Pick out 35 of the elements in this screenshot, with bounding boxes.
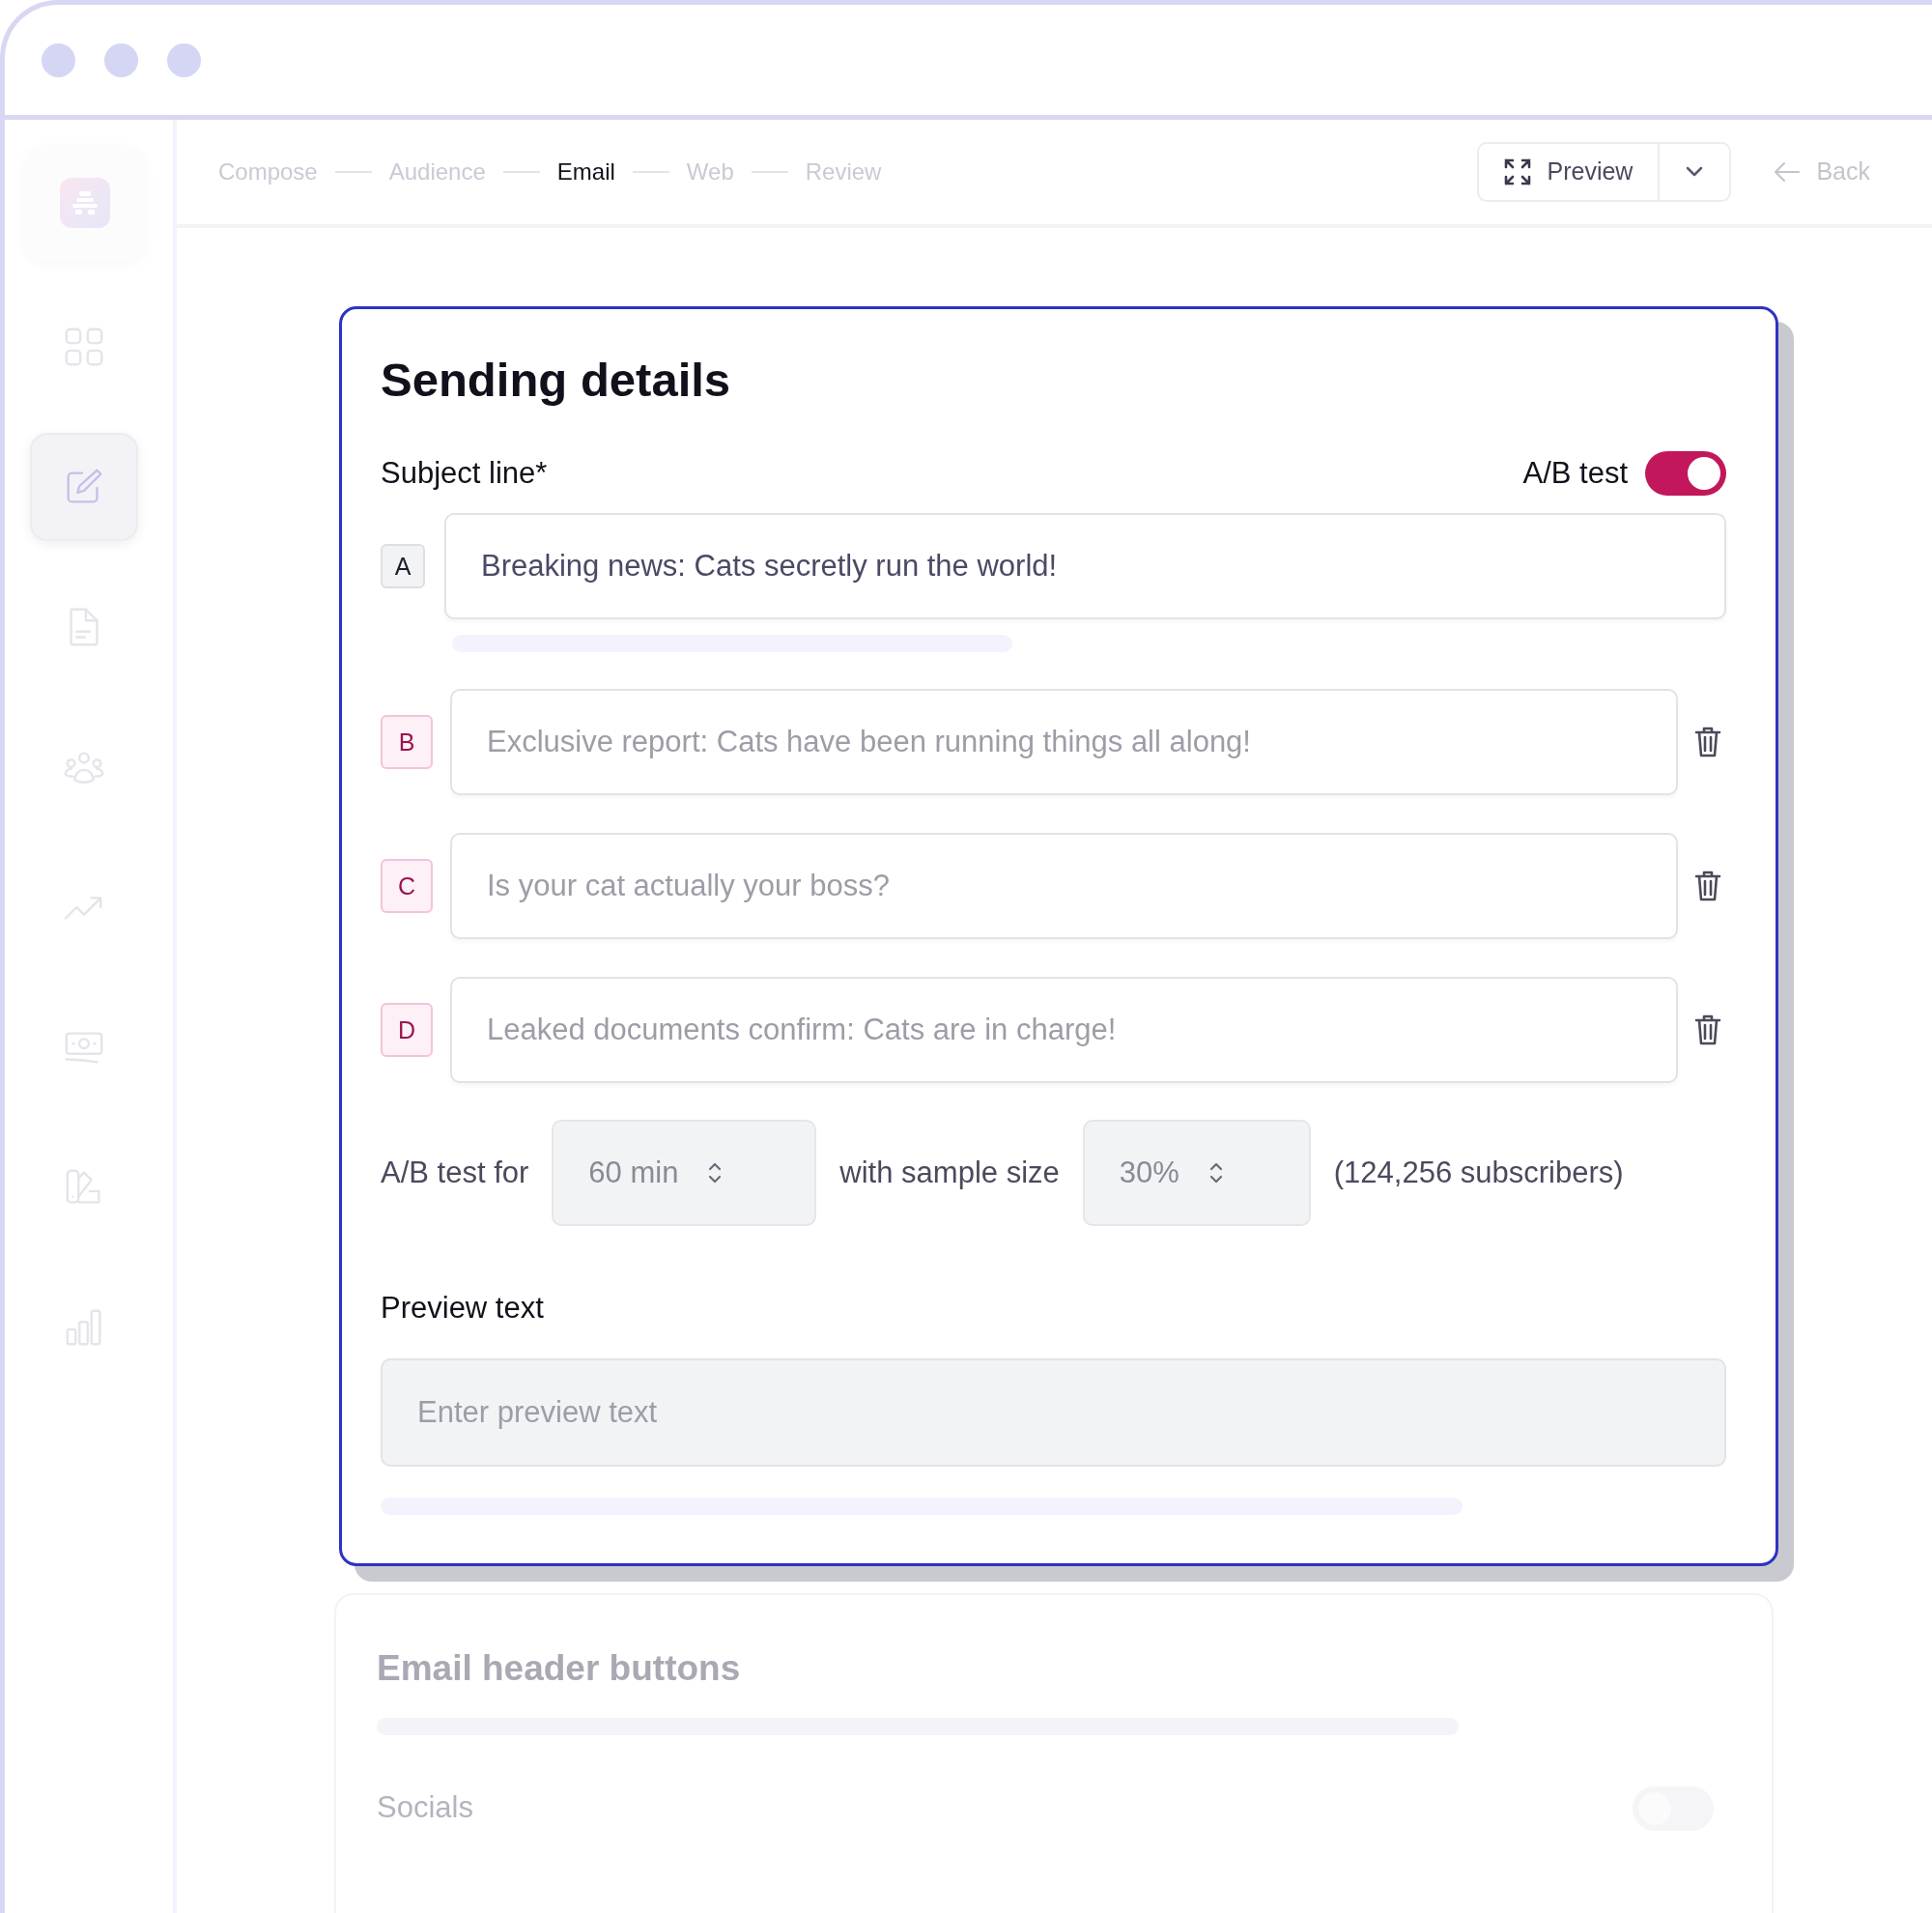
variant-letter: A bbox=[381, 544, 425, 589]
logo-icon bbox=[71, 188, 99, 217]
field-label: Preview text bbox=[381, 1290, 545, 1328]
arrow-left-icon bbox=[1774, 161, 1802, 183]
sidebar-button[interactable] bbox=[30, 433, 138, 541]
ab-test-toggle[interactable] bbox=[1645, 451, 1726, 497]
subject-line-field[interactable]: Exclusive report: Cats have been running things all along! bbox=[450, 689, 1678, 796]
section-title: Email header buttons bbox=[377, 1646, 742, 1690]
duration-select[interactable]: 60 min bbox=[552, 1120, 817, 1227]
sample-size-select[interactable]: 30% bbox=[1082, 1120, 1311, 1227]
section-title: Sending details bbox=[381, 353, 732, 408]
variant-letter: C bbox=[381, 859, 433, 914]
variant-letter: B bbox=[381, 715, 433, 770]
preview-button[interactable]: Preview bbox=[1479, 144, 1661, 200]
trash-icon bbox=[1694, 870, 1721, 903]
window-control-dot[interactable] bbox=[42, 43, 75, 77]
subject-line-field[interactable]: Is your cat actually your boss? bbox=[450, 833, 1678, 940]
field-label: A/B test for bbox=[381, 1155, 529, 1192]
trash-icon bbox=[1694, 1014, 1721, 1047]
field-label: Subject line* bbox=[381, 454, 548, 492]
field-label: with sample size bbox=[839, 1155, 1060, 1192]
subject-line-field[interactable]: Leaked documents confirm: Cats are in charge! bbox=[450, 977, 1678, 1084]
subscriber-count: (124,256 subscribers) bbox=[1333, 1155, 1624, 1192]
chevron-down-icon bbox=[1685, 166, 1705, 178]
window-control-dot[interactable] bbox=[167, 43, 201, 77]
trash-icon bbox=[1694, 726, 1721, 759]
toggle-label: Socials bbox=[377, 1789, 473, 1827]
preview-text-field[interactable]: Enter preview text bbox=[381, 1357, 1726, 1467]
window-control-dot[interactable] bbox=[104, 43, 138, 77]
back-link[interactable]: Back bbox=[1774, 154, 1870, 190]
expand-icon bbox=[1504, 158, 1532, 186]
toggle-label: A/B test bbox=[1522, 454, 1628, 492]
subject-line-field[interactable]: Breaking news: Cats secretly run the world! bbox=[444, 513, 1726, 620]
variant-letter: D bbox=[381, 1003, 433, 1058]
step-tab[interactable]: Email bbox=[556, 155, 615, 189]
